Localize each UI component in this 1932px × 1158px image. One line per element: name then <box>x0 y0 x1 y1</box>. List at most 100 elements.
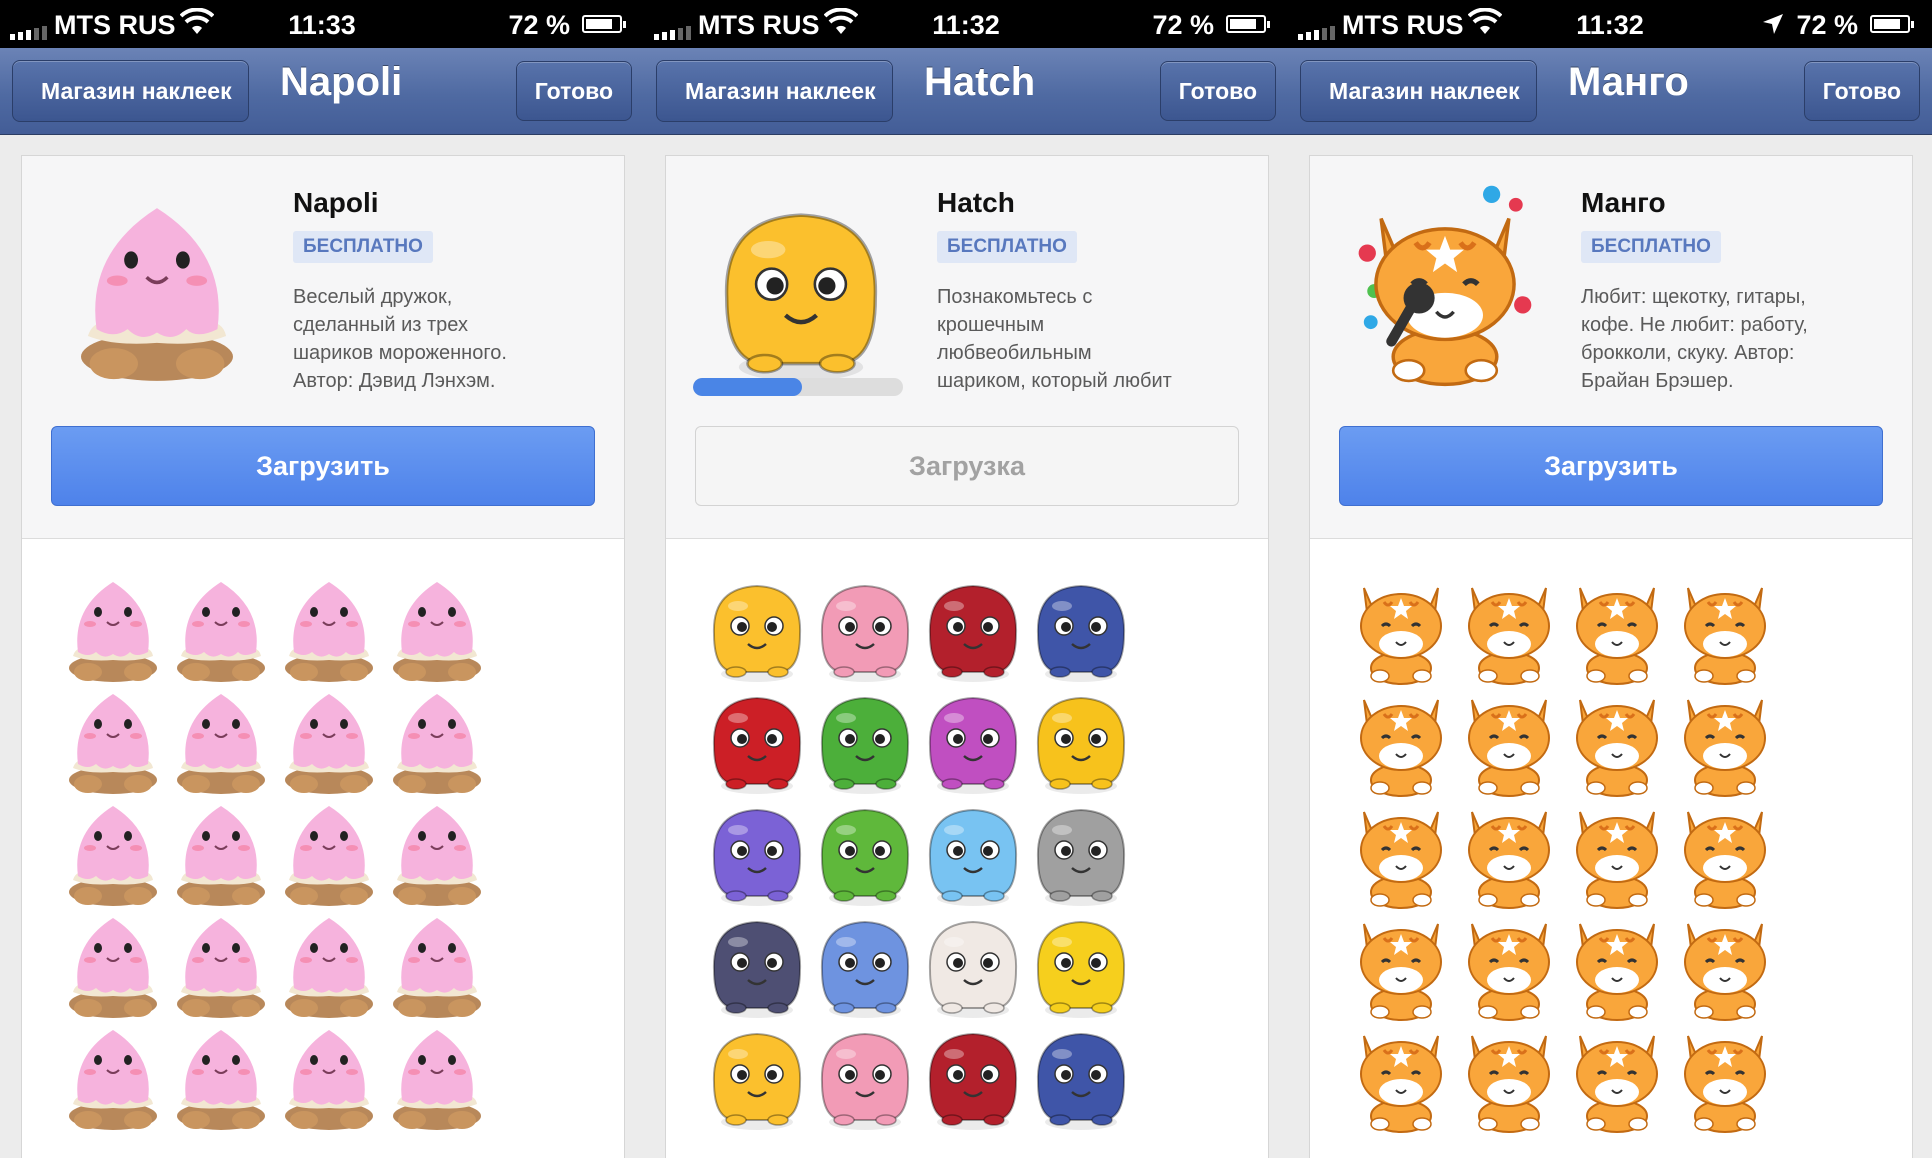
sticker-hatch[interactable] <box>702 1016 812 1136</box>
pack-preview-image <box>1350 184 1540 387</box>
battery-icon <box>1870 15 1914 33</box>
sticker-hatch[interactable] <box>810 680 920 800</box>
sticker-napoli[interactable] <box>58 792 168 912</box>
battery-percent: 72 % <box>1796 10 1858 40</box>
pack-header: Hatch БЕСПЛАТНО Познакомьтесь с крошечны… <box>666 156 1268 539</box>
sticker-hatch[interactable] <box>918 568 1028 688</box>
download-button[interactable]: Загрузить <box>51 426 595 506</box>
nav-title: Манго <box>1568 60 1689 104</box>
sticker-mango[interactable] <box>1346 680 1456 800</box>
sticker-mango[interactable] <box>1454 904 1564 1024</box>
back-button[interactable]: Магазин наклеек <box>1300 60 1537 122</box>
sticker-hatch[interactable] <box>702 792 812 912</box>
sticker-napoli[interactable] <box>274 1016 384 1136</box>
sticker-hatch[interactable] <box>810 792 920 912</box>
sticker-hatch[interactable] <box>1026 792 1136 912</box>
sticker-hatch[interactable] <box>1026 568 1136 688</box>
sticker-napoli[interactable] <box>274 680 384 800</box>
download-button[interactable]: Загрузка <box>695 426 1239 506</box>
download-progress-bar <box>693 378 903 396</box>
done-button[interactable]: Готово <box>1803 61 1920 121</box>
description-line: Брайан Брэшер. <box>1581 370 1734 392</box>
sticker-mango[interactable] <box>1346 568 1456 688</box>
screen-mango: MTS RUS 11:32 72 % Магазин наклеек Манго… <box>1288 0 1932 1158</box>
sticker-hatch[interactable] <box>918 792 1028 912</box>
sticker-napoli[interactable] <box>274 904 384 1024</box>
sticker-hatch[interactable] <box>1026 904 1136 1024</box>
nav-title: Hatch <box>924 60 1036 104</box>
sticker-napoli[interactable] <box>58 680 168 800</box>
sticker-hatch[interactable] <box>810 1016 920 1136</box>
sticker-mango[interactable] <box>1670 568 1780 688</box>
sticker-napoli[interactable] <box>274 568 384 688</box>
sticker-mango[interactable] <box>1562 904 1672 1024</box>
sticker-mango[interactable] <box>1454 680 1564 800</box>
done-button[interactable]: Готово <box>515 61 632 121</box>
battery-percent: 72 % <box>1152 10 1214 40</box>
description-line: шариком, который любит <box>937 370 1172 392</box>
sticker-mango[interactable] <box>1670 680 1780 800</box>
sticker-napoli[interactable] <box>274 792 384 912</box>
status-bar: MTS RUS 11:32 72 % <box>1288 0 1932 48</box>
description-line: брокколи, скуку. Автор: <box>1581 342 1795 364</box>
pack-header: Napoli БЕСПЛАТНО Веселый дружок, сделанн… <box>22 156 624 539</box>
back-button[interactable]: Магазин наклеек <box>12 60 249 122</box>
sticker-hatch[interactable] <box>918 680 1028 800</box>
sticker-hatch[interactable] <box>918 904 1028 1024</box>
sticker-mango[interactable] <box>1346 1016 1456 1136</box>
sticker-hatch[interactable] <box>1026 1016 1136 1136</box>
pack-card: Hatch БЕСПЛАТНО Познакомьтесь с крошечны… <box>665 155 1269 1158</box>
sticker-napoli[interactable] <box>166 568 276 688</box>
sticker-mango[interactable] <box>1670 792 1780 912</box>
price-badge: БЕСПЛАТНО <box>937 231 1077 263</box>
sticker-napoli[interactable] <box>382 1016 492 1136</box>
description-line: кофе. Не любит: работу, <box>1581 314 1808 336</box>
navigation-bar: Магазин наклеек Hatch Готово <box>644 48 1288 135</box>
description-line: сделанный из трех <box>293 314 468 336</box>
description-line: любвеобильным <box>937 342 1092 364</box>
sticker-hatch[interactable] <box>810 904 920 1024</box>
sticker-mango[interactable] <box>1562 792 1672 912</box>
sticker-napoli[interactable] <box>166 792 276 912</box>
sticker-napoli[interactable] <box>382 568 492 688</box>
sticker-mango[interactable] <box>1346 792 1456 912</box>
sticker-napoli[interactable] <box>166 1016 276 1136</box>
back-button[interactable]: Магазин наклеек <box>656 60 893 122</box>
download-button[interactable]: Загрузить <box>1339 426 1883 506</box>
pack-description: Любит: щекотку, гитары, кофе. Не любит: … <box>1581 283 1891 395</box>
sticker-mango[interactable] <box>1562 1016 1672 1136</box>
sticker-mango[interactable] <box>1454 1016 1564 1136</box>
sticker-mango[interactable] <box>1562 568 1672 688</box>
price-badge: БЕСПЛАТНО <box>1581 231 1721 263</box>
done-button[interactable]: Готово <box>1159 61 1276 121</box>
screen-napoli: MTS RUS 11:33 72 % Магазин наклеек Napol… <box>0 0 644 1158</box>
location-arrow-icon <box>1762 11 1784 42</box>
sticker-mango[interactable] <box>1346 904 1456 1024</box>
sticker-napoli[interactable] <box>166 904 276 1024</box>
sticker-hatch[interactable] <box>702 680 812 800</box>
sticker-napoli[interactable] <box>382 792 492 912</box>
sticker-napoli[interactable] <box>166 680 276 800</box>
sticker-hatch[interactable] <box>1026 680 1136 800</box>
sticker-mango[interactable] <box>1454 792 1564 912</box>
battery-icon <box>582 15 626 33</box>
sticker-hatch[interactable] <box>810 568 920 688</box>
sticker-hatch[interactable] <box>918 1016 1028 1136</box>
sticker-hatch[interactable] <box>702 904 812 1024</box>
sticker-mango[interactable] <box>1670 904 1780 1024</box>
sticker-mango[interactable] <box>1670 1016 1780 1136</box>
sticker-napoli[interactable] <box>58 904 168 1024</box>
sticker-mango[interactable] <box>1454 568 1564 688</box>
pack-title: Napoli <box>293 187 379 218</box>
description-line: крошечным <box>937 314 1045 336</box>
sticker-napoli[interactable] <box>58 1016 168 1136</box>
sticker-napoli[interactable] <box>382 680 492 800</box>
sticker-mango[interactable] <box>1562 680 1672 800</box>
navigation-bar: Магазин наклеек Napoli Готово <box>0 48 644 135</box>
description-line: Автор: Дэвид Лэнхэм. <box>293 370 496 392</box>
sticker-napoli[interactable] <box>58 568 168 688</box>
sticker-napoli[interactable] <box>382 904 492 1024</box>
pack-card: Napoli БЕСПЛАТНО Веселый дружок, сделанн… <box>21 155 625 1158</box>
description-line: Любит: щекотку, гитары, <box>1581 286 1806 308</box>
sticker-hatch[interactable] <box>702 568 812 688</box>
